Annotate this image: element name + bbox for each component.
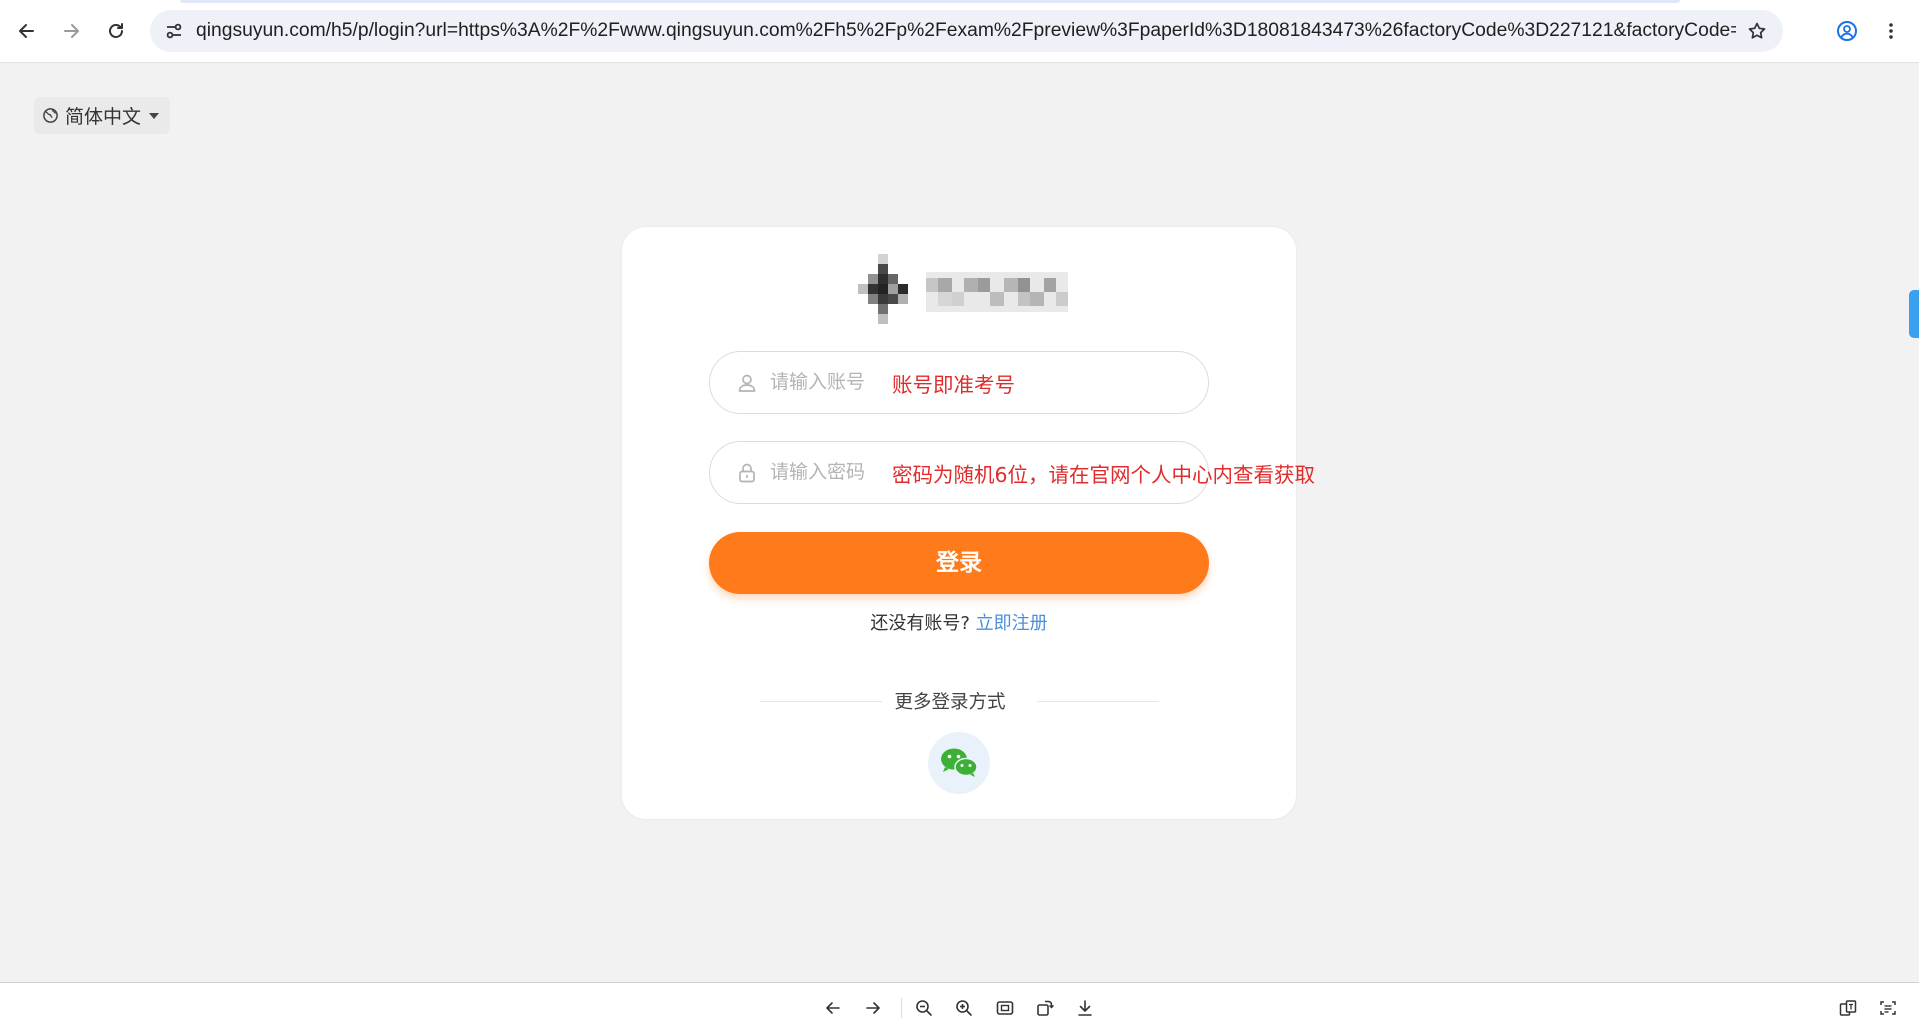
divider-right [1037,701,1159,702]
back-icon [19,24,34,38]
toolbar-separator [901,998,902,1018]
more-login-methods-label: 更多登录方式 [894,692,1006,713]
password-placeholder: 请输入密码 [770,461,866,483]
forward-icon [64,24,79,38]
zoom-out-button[interactable] [911,995,937,1021]
star-icon [1748,22,1766,39]
chevron-down-icon [149,112,160,119]
bookmark-button[interactable] [1741,15,1773,47]
download-button[interactable] [1072,995,1098,1021]
translate-icon [1839,1000,1857,1016]
zoom-in-icon [956,1000,972,1016]
site-info-button[interactable] [158,15,190,47]
side-scroll-indicator[interactable] [1909,290,1919,338]
user-icon [738,374,756,392]
tab-strip-accent [180,0,1680,3]
fit-button[interactable] [992,995,1018,1021]
menu-button[interactable] [1874,14,1908,48]
brand-logo [858,254,1068,324]
download-icon [1078,1000,1092,1016]
password-hint: 密码为随机6位，请在官网个人中心内查看获取 [892,463,1316,487]
rotate-icon [1037,1000,1054,1016]
translate-button[interactable] [1835,995,1861,1021]
zoom-in-button[interactable] [951,995,977,1021]
site-info-icon [166,23,182,39]
arrow-left-icon [826,1002,840,1014]
scan-text-icon [1880,1001,1896,1015]
language-selector[interactable]: 简体中文 [34,97,170,134]
forward-button[interactable] [54,14,88,48]
viewer-toolbar [0,982,1919,1033]
fit-to-screen-icon [996,1001,1014,1015]
prev-button[interactable] [820,995,846,1021]
zoom-out-icon [916,1000,932,1016]
reload-button[interactable] [99,14,133,48]
arrow-right-icon [866,1002,880,1014]
no-account-text: 还没有账号? [870,613,970,634]
login-button[interactable]: 登录 [709,532,1209,594]
reload-icon [109,23,123,38]
globe-icon [43,108,58,123]
wechat-icon [941,748,978,777]
register-link[interactable]: 立即注册 [976,613,1048,634]
divider-left [760,701,882,702]
address-bar[interactable]: qingsuyun.com/h5/p/login?url=https%3A%2F… [150,10,1783,52]
language-label: 简体中文 [65,106,142,128]
browser-toolbar: qingsuyun.com/h5/p/login?url=https%3A%2F… [0,0,1919,63]
account-placeholder: 请输入账号 [770,371,866,393]
account-icon [1837,21,1857,41]
profile-button[interactable] [1830,14,1864,48]
register-prompt: 还没有账号? 立即注册 [709,609,1209,635]
next-button[interactable] [860,995,886,1021]
rotate-button[interactable] [1032,995,1058,1021]
account-hint: 账号即准考号 [892,373,1015,397]
wechat-login-button[interactable] [928,732,990,794]
url-text[interactable]: qingsuyun.com/h5/p/login?url=https%3A%2F… [196,10,1736,52]
text-select-button[interactable] [1875,995,1901,1021]
more-icon [1889,23,1893,39]
lock-icon [739,463,755,483]
back-button[interactable] [10,14,44,48]
